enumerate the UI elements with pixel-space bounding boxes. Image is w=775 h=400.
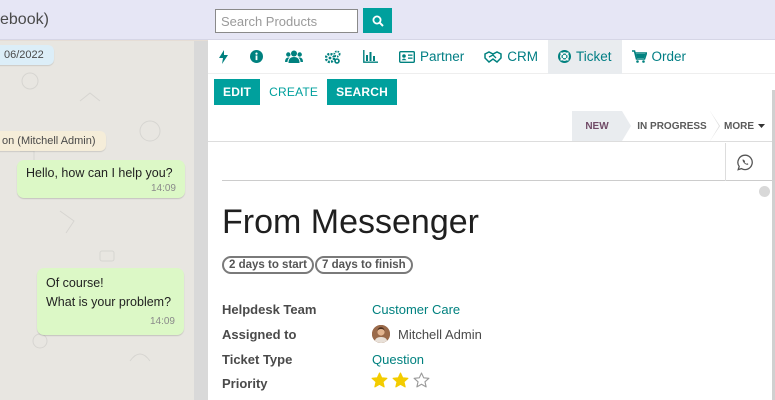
tab-label: CRM xyxy=(507,49,539,64)
star-empty-icon[interactable] xyxy=(413,372,430,389)
panel-divider[interactable] xyxy=(194,41,208,400)
search-records-button[interactable]: SEARCH xyxy=(327,79,397,105)
chat-panel: ebook) 06/2022 on (Mitchell Admin) Hello… xyxy=(0,0,208,400)
tab-team[interactable] xyxy=(274,40,314,74)
edit-button[interactable]: EDIT xyxy=(214,79,261,105)
cogs-icon xyxy=(325,50,341,64)
tab-label: Order xyxy=(651,49,687,64)
chat-message: Hello, how can I help you? 14:09 xyxy=(17,160,185,198)
ticket-title: From Messenger xyxy=(222,203,479,241)
helpdesk-team-label: Helpdesk Team xyxy=(222,302,317,317)
system-notice: on (Mitchell Admin) xyxy=(0,131,106,151)
assigned-to-value[interactable]: Mitchell Admin xyxy=(398,327,482,342)
id-card-icon xyxy=(399,50,415,63)
user-avatar-image xyxy=(372,325,390,343)
tab-reporting[interactable] xyxy=(352,40,389,74)
avatar xyxy=(372,325,390,343)
status-bar: NEW IN PROGRESS MORE xyxy=(208,110,775,142)
stage-new[interactable]: NEW xyxy=(572,111,631,141)
life-ring-icon xyxy=(558,50,572,63)
whatsapp-button[interactable] xyxy=(725,143,765,181)
star-filled-icon[interactable] xyxy=(371,372,388,389)
handshake-icon xyxy=(484,50,503,63)
tab-config[interactable] xyxy=(314,40,352,74)
helpdesk-team-value[interactable]: Customer Care xyxy=(372,302,460,317)
star-filled-icon[interactable] xyxy=(392,372,409,389)
whatsapp-icon xyxy=(737,154,753,171)
chatter-header xyxy=(222,143,772,181)
chat-message: Of course! What is your problem? 14:09 xyxy=(37,268,184,335)
search-button[interactable] xyxy=(363,8,392,33)
tab-label: Ticket xyxy=(576,49,612,64)
control-panel-buttons: EDIT CREATE SEARCH xyxy=(214,79,397,105)
caret-down-icon xyxy=(758,124,765,128)
date-label: 06/2022 xyxy=(4,49,44,61)
system-notice-label: on (Mitchell Admin) xyxy=(2,135,96,147)
message-text: Hello, how can I help you? xyxy=(26,166,173,180)
message-text: What is your problem? xyxy=(46,295,172,309)
search-icon xyxy=(372,15,384,27)
sla-badge: 7 days to finish xyxy=(315,256,413,274)
tab-bar: Partner CRM Ticket Order xyxy=(208,39,775,74)
tab-partner[interactable]: Partner xyxy=(389,40,474,74)
assigned-to-label: Assigned to xyxy=(222,327,297,342)
chat-header: ebook) xyxy=(0,0,208,40)
stage-more-dropdown[interactable]: MORE xyxy=(724,111,766,141)
tab-crm[interactable]: CRM xyxy=(474,40,548,74)
users-icon xyxy=(285,50,303,63)
date-pill: 06/2022 xyxy=(0,45,54,65)
sla-badge-label: 7 days to finish xyxy=(322,259,406,271)
bolt-icon xyxy=(219,49,228,64)
product-search-bar xyxy=(208,0,775,40)
priority-label: Priority xyxy=(222,376,268,391)
tab-ticket[interactable]: Ticket xyxy=(548,39,622,74)
cart-icon xyxy=(631,50,647,63)
chat-background xyxy=(0,41,208,400)
tab-info[interactable] xyxy=(239,40,274,74)
search-input[interactable] xyxy=(215,9,358,33)
tab-label: Partner xyxy=(420,49,465,64)
chat-title: ebook) xyxy=(0,10,49,28)
ticket-type-label: Ticket Type xyxy=(222,352,293,367)
bar-chart-icon xyxy=(363,50,378,63)
ticket-type-value[interactable]: Question xyxy=(372,352,424,367)
tab-actions[interactable] xyxy=(208,40,239,74)
stage-label: MORE xyxy=(724,120,754,132)
priority-widget xyxy=(371,372,430,389)
stage-label: IN PROGRESS xyxy=(637,120,707,132)
create-button[interactable]: CREATE xyxy=(260,79,328,105)
message-text: Of course! xyxy=(46,276,104,290)
scrollbar-thumb[interactable] xyxy=(759,186,770,197)
stage-label: NEW xyxy=(585,120,609,132)
message-time: 14:09 xyxy=(150,183,176,194)
stage-in-progress[interactable]: IN PROGRESS xyxy=(634,111,720,141)
chat-pattern xyxy=(20,72,177,362)
sla-badge-label: 2 days to start xyxy=(229,259,307,271)
info-icon xyxy=(250,50,263,63)
sla-badge: 2 days to start xyxy=(222,256,314,274)
message-time: 14:09 xyxy=(149,316,175,327)
tab-order[interactable]: Order xyxy=(622,40,697,74)
